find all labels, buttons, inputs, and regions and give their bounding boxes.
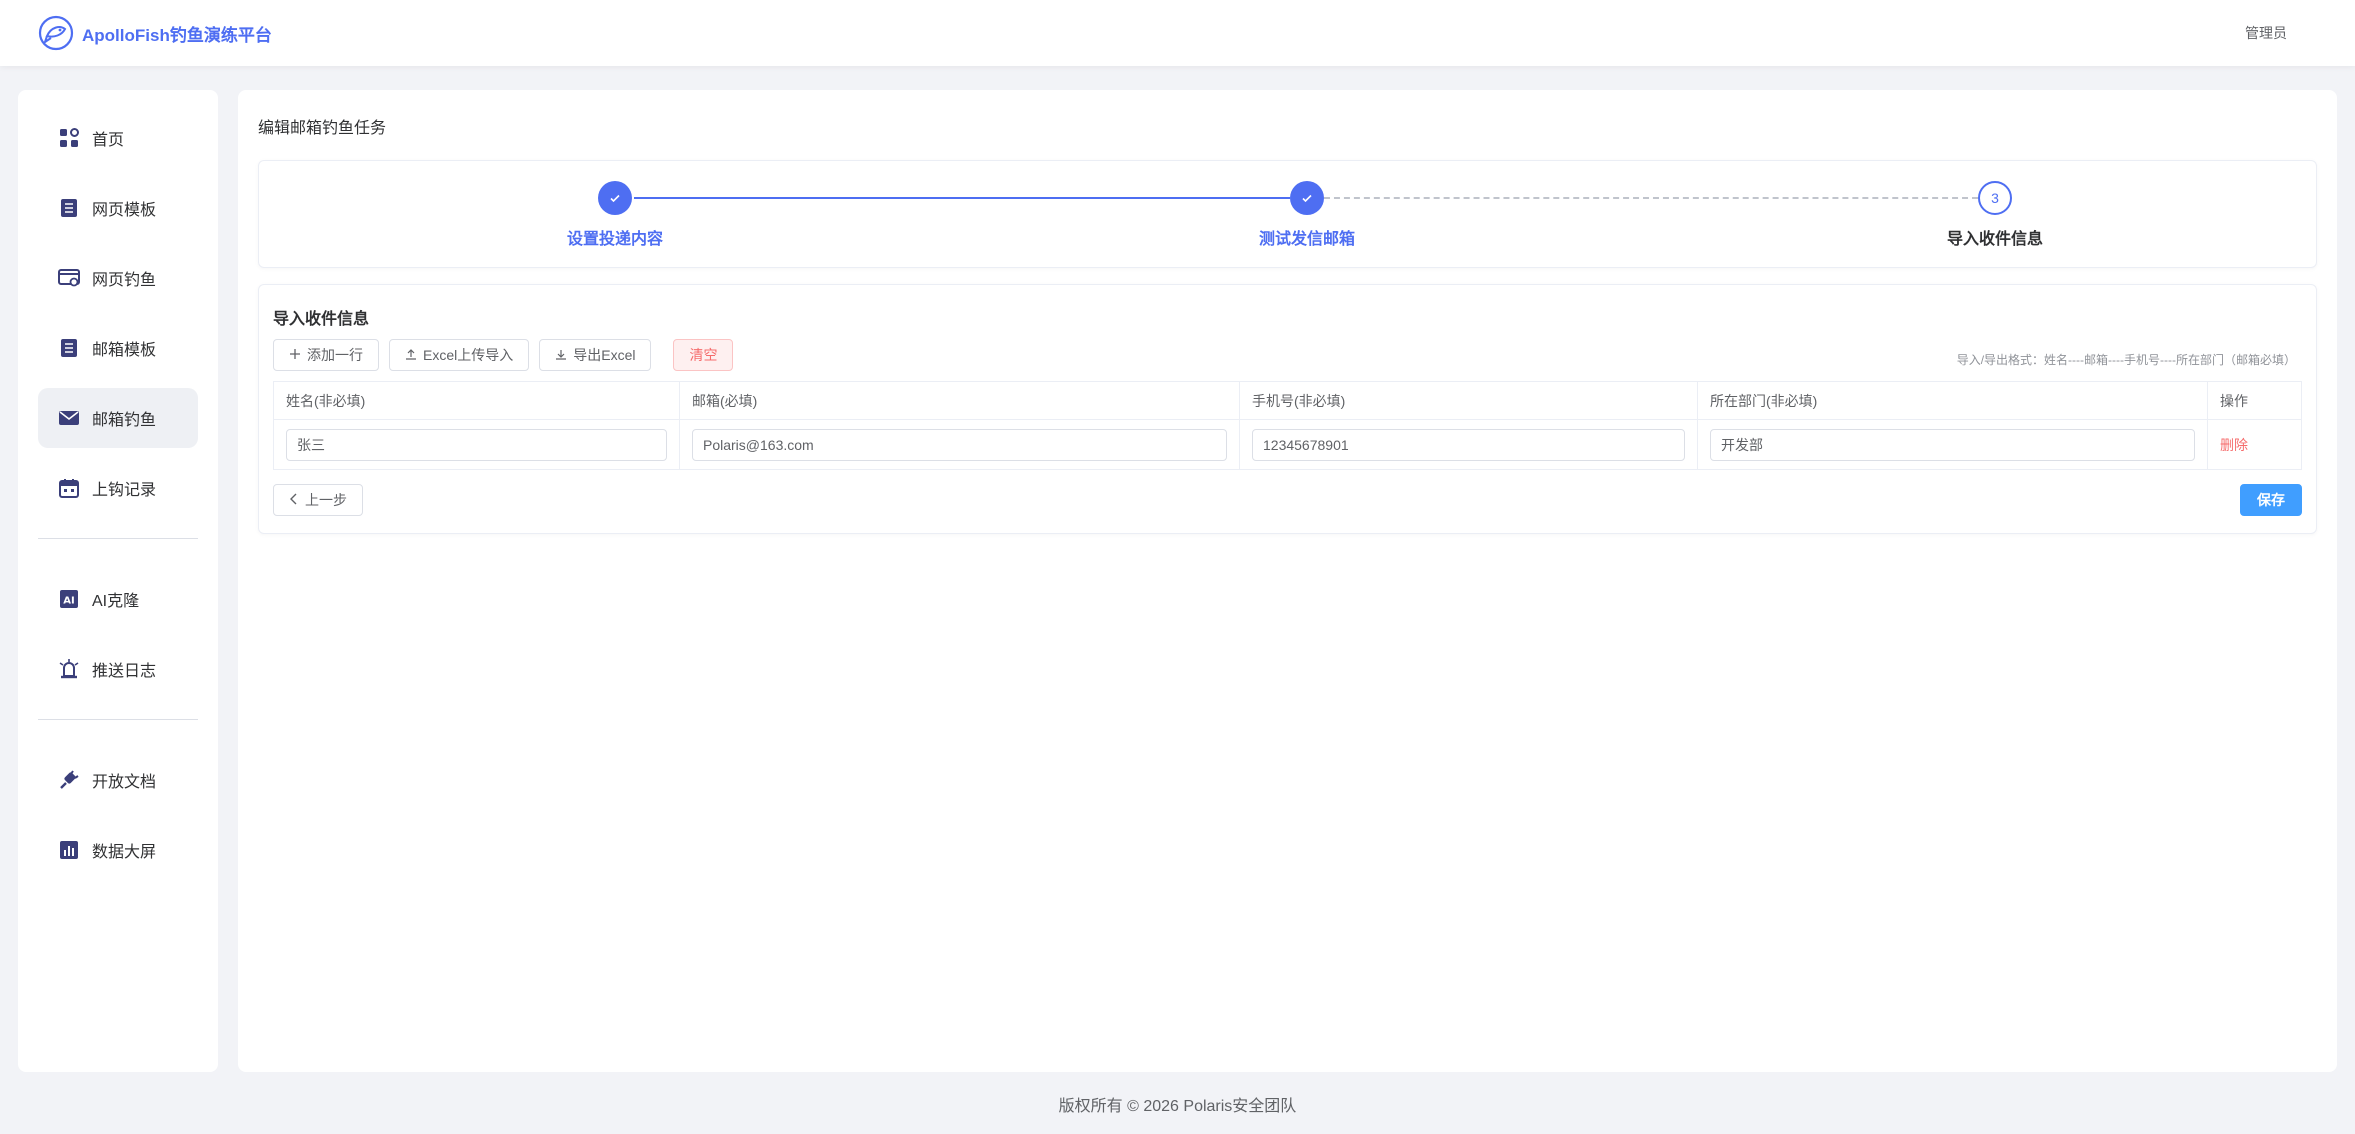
step-title: 测试发信邮箱 — [1258, 231, 1355, 248]
delete-row-link[interactable]: 删除 — [2220, 437, 2248, 453]
cell-action: 删除 — [2207, 419, 2302, 470]
format-hint: 导入/导出格式：姓名----邮箱----手机号----所在部门（邮箱必填） — [1956, 353, 2296, 367]
sidebar-item-push-log[interactable]: 推送日志 — [38, 639, 198, 699]
sidebar: 首页 网页模板 网页钓鱼 邮箱模板 邮箱钓鱼 上钩记录 AI AI克隆 推送日志… — [18, 90, 218, 1072]
alarm-icon — [58, 658, 80, 680]
brand[interactable]: ApolloFish钓鱼演练平台 — [38, 15, 272, 51]
prev-step-button[interactable]: 上一步 — [273, 484, 363, 516]
sidebar-item-ai-clone[interactable]: AI AI克隆 — [38, 569, 198, 629]
sidebar-item-label: 网页钓鱼 — [92, 272, 157, 289]
sidebar-item-label: 首页 — [92, 132, 125, 149]
column-header-action: 操作 — [2207, 381, 2302, 420]
table-row: 删除 — [273, 419, 2302, 470]
cell-department — [1697, 419, 2208, 470]
step-title: 导入收件信息 — [1946, 231, 2043, 248]
add-row-label: 添加一行 — [307, 347, 363, 363]
chevron-left-icon — [289, 492, 299, 508]
browser-icon — [58, 267, 80, 289]
section-title: 导入收件信息 — [273, 311, 370, 328]
check-icon — [1290, 181, 1324, 215]
import-panel: 导入收件信息 添加一行 Excel上传导入 导出Excel 清空 导入/导出格式… — [258, 284, 2317, 534]
phone-input[interactable] — [1252, 428, 1685, 461]
dashboard-icon — [58, 127, 80, 149]
sidebar-item-mail-template[interactable]: 邮箱模板 — [38, 318, 198, 378]
steps-bar: 设置投递内容 测试发信邮箱 3 导入收件信息 — [258, 160, 2317, 268]
sidebar-item-home[interactable]: 首页 — [38, 108, 198, 168]
name-input[interactable] — [286, 428, 667, 461]
top-bar: ApolloFish钓鱼演练平台 管理员 — [0, 0, 2355, 66]
step-1: 设置投递内容 — [515, 181, 715, 249]
sidebar-item-label: 上钩记录 — [92, 482, 157, 499]
bar-chart-icon — [58, 839, 80, 861]
department-input[interactable] — [1710, 428, 2195, 461]
sidebar-item-web-phishing[interactable]: 网页钓鱼 — [38, 248, 198, 308]
page-title: 编辑邮箱钓鱼任务 — [258, 120, 387, 137]
download-icon — [555, 347, 567, 363]
cell-email — [679, 419, 1240, 470]
sidebar-item-label: AI克隆 — [92, 593, 140, 610]
fish-logo-icon — [38, 15, 74, 51]
sidebar-item-label: 开放文档 — [92, 774, 157, 791]
footer-copyright: 版权所有 © 2026 Polaris安全团队 — [1058, 1098, 1297, 1115]
sidebar-item-label: 邮箱模板 — [92, 342, 157, 359]
sidebar-item-label: 网页模板 — [92, 202, 157, 219]
upload-icon — [405, 347, 417, 363]
svg-text:AI: AI — [63, 596, 74, 607]
main-panel: 编辑邮箱钓鱼任务 设置投递内容 测试发信邮箱 3 导入收件信息 导入收件信息 添… — [238, 90, 2337, 1072]
step-connector — [634, 197, 1290, 199]
plug-icon — [58, 769, 80, 791]
sidebar-divider — [38, 538, 198, 539]
step-number: 3 — [1978, 181, 2012, 215]
cell-name — [273, 419, 680, 470]
document-icon — [58, 337, 80, 359]
column-header-name: 姓名(非必填) — [273, 381, 680, 420]
step-3: 3 导入收件信息 — [1895, 181, 2095, 249]
import-toolbar: 添加一行 Excel上传导入 导出Excel 清空 导入/导出格式：姓名----… — [273, 339, 2302, 371]
user-menu[interactable]: 管理员 — [2245, 23, 2287, 43]
mail-icon — [58, 407, 80, 429]
add-row-button[interactable]: 添加一行 — [273, 339, 379, 371]
recipients-table: 姓名(非必填) 邮箱(必填) 手机号(非必填) 所在部门(非必填) 操作 张三 … — [273, 381, 2302, 470]
plus-icon — [289, 347, 301, 363]
column-header-department: 所在部门(非必填) — [1697, 381, 2208, 420]
ai-icon: AI — [58, 588, 80, 610]
sidebar-item-label: 邮箱钓鱼 — [92, 412, 157, 429]
form-actions: 上一步 保存 — [273, 484, 2302, 516]
sidebar-item-mail-phishing[interactable]: 邮箱钓鱼 — [38, 388, 198, 448]
sidebar-item-data-screen[interactable]: 数据大屏 — [38, 820, 198, 880]
sidebar-item-label: 推送日志 — [92, 663, 157, 680]
step-2: 测试发信邮箱 — [1207, 181, 1407, 249]
sidebar-item-hook-records[interactable]: 上钩记录 — [38, 458, 198, 518]
excel-upload-label: Excel上传导入 — [423, 347, 514, 363]
sidebar-item-web-template[interactable]: 网页模板 — [38, 178, 198, 238]
save-button[interactable]: 保存 — [2240, 484, 2302, 516]
step-title: 设置投递内容 — [566, 231, 663, 248]
sidebar-divider — [38, 719, 198, 720]
step-connector — [1324, 197, 1978, 199]
excel-upload-button[interactable]: Excel上传导入 — [389, 339, 530, 371]
sidebar-item-label: 数据大屏 — [92, 844, 157, 861]
email-input[interactable] — [692, 428, 1227, 461]
export-excel-label: 导出Excel — [573, 347, 636, 363]
table-header-row: 姓名(非必填) 邮箱(必填) 手机号(非必填) 所在部门(非必填) 操作 — [273, 381, 2302, 420]
sidebar-item-open-docs[interactable]: 开放文档 — [38, 750, 198, 810]
column-header-email: 邮箱(必填) — [679, 381, 1240, 420]
cell-phone — [1239, 419, 1698, 470]
export-excel-button[interactable]: 导出Excel — [539, 339, 652, 371]
brand-name: ApolloFish钓鱼演练平台 — [82, 25, 272, 45]
check-icon — [598, 181, 632, 215]
clear-button[interactable]: 清空 — [673, 339, 734, 371]
document-icon — [58, 197, 80, 219]
prev-step-label: 上一步 — [305, 492, 347, 508]
calendar-icon — [58, 477, 80, 499]
column-header-phone: 手机号(非必填) — [1239, 381, 1698, 420]
